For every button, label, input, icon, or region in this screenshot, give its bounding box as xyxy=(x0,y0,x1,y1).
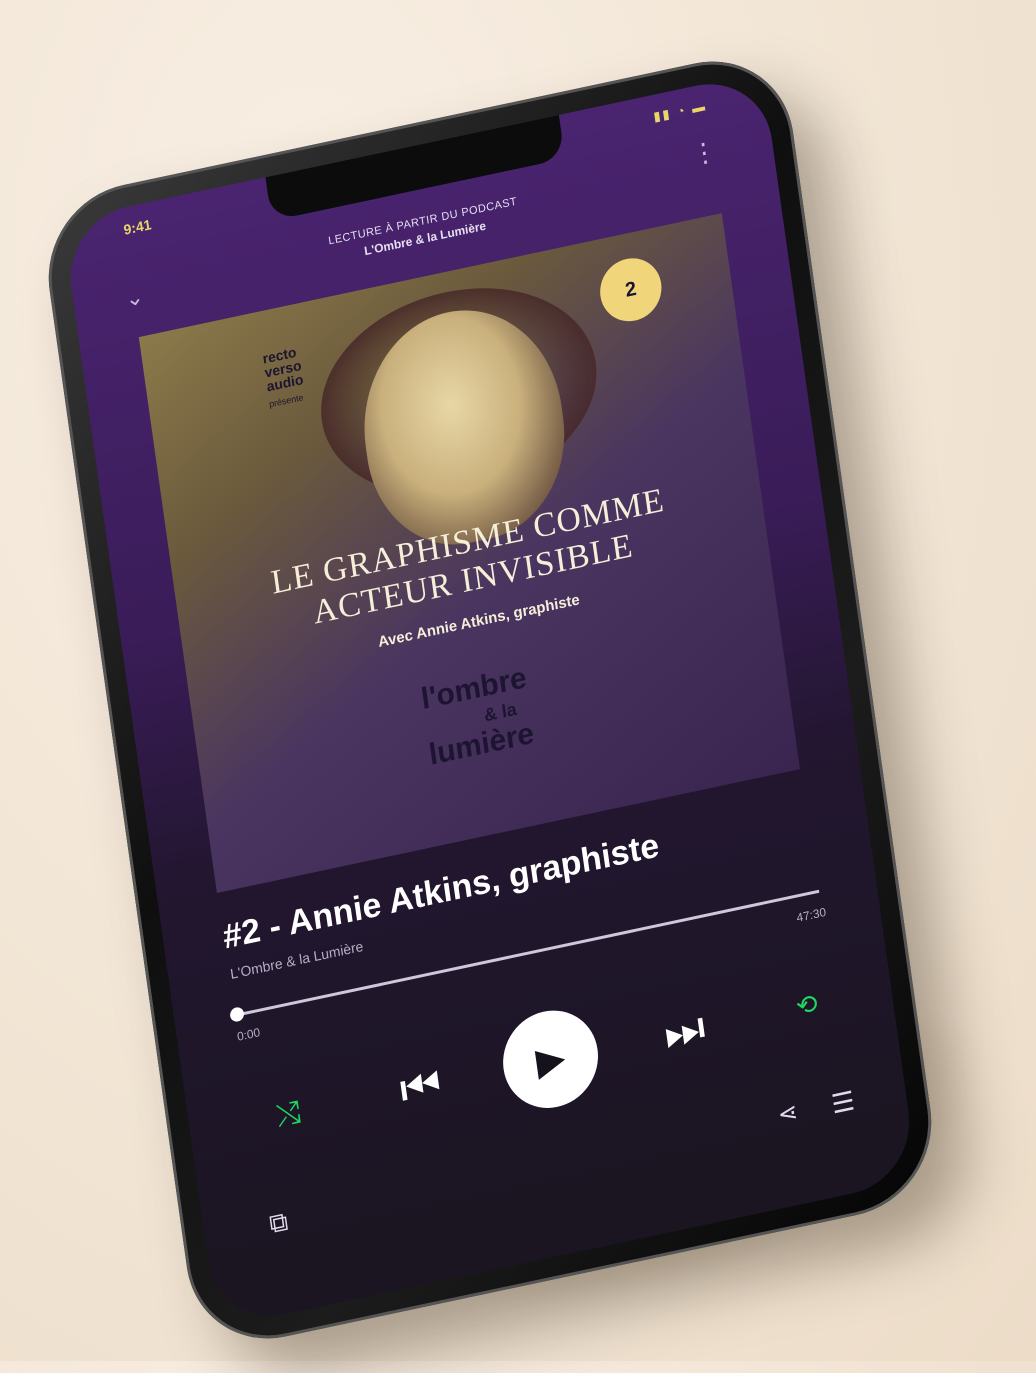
progress-knob[interactable] xyxy=(229,1006,245,1023)
share-icon[interactable]: ⋖ xyxy=(776,1097,800,1130)
repeat-icon[interactable]: ⟲ xyxy=(771,949,844,1061)
elapsed-time: 0:00 xyxy=(236,1025,261,1044)
status-time: 9:41 xyxy=(122,216,153,238)
devices-icon[interactable]: ⧉ xyxy=(267,1206,290,1242)
phone-frame: 9:41 ▮▮ ◔ ▬ ⌄ ⋮ LECTURE À PARTIR DU PODC… xyxy=(37,45,943,1355)
next-icon[interactable]: ⏭ xyxy=(643,974,725,1088)
phone: 9:41 ▮▮ ◔ ▬ ⌄ ⋮ LECTURE À PARTIR DU PODC… xyxy=(37,45,943,1355)
play-button[interactable]: ▶ xyxy=(496,1001,605,1117)
logo-line: lumière xyxy=(426,716,536,772)
artwork-badge: 2 xyxy=(596,252,666,327)
album-artwork: recto verso audio présente 2 LE GRAPHISM… xyxy=(138,213,800,893)
total-duration: 47:30 xyxy=(795,904,827,925)
artwork-brand: recto verso audio présente xyxy=(262,344,307,411)
queue-icon[interactable]: ☰ xyxy=(830,1085,857,1121)
status-icons: ▮▮ ◔ ▬ xyxy=(652,98,708,125)
player-screen: 9:41 ▮▮ ◔ ▬ ⌄ ⋮ LECTURE À PARTIR DU PODC… xyxy=(61,71,919,1329)
shuffle-icon[interactable]: ⤭ xyxy=(252,1059,325,1171)
podcast-logo: l'ombre & la lumière xyxy=(419,653,588,772)
scene: 9:41 ▮▮ ◔ ▬ ⌄ ⋮ LECTURE À PARTIR DU PODC… xyxy=(0,0,1036,1373)
previous-icon[interactable]: ⏮ xyxy=(379,1030,461,1144)
